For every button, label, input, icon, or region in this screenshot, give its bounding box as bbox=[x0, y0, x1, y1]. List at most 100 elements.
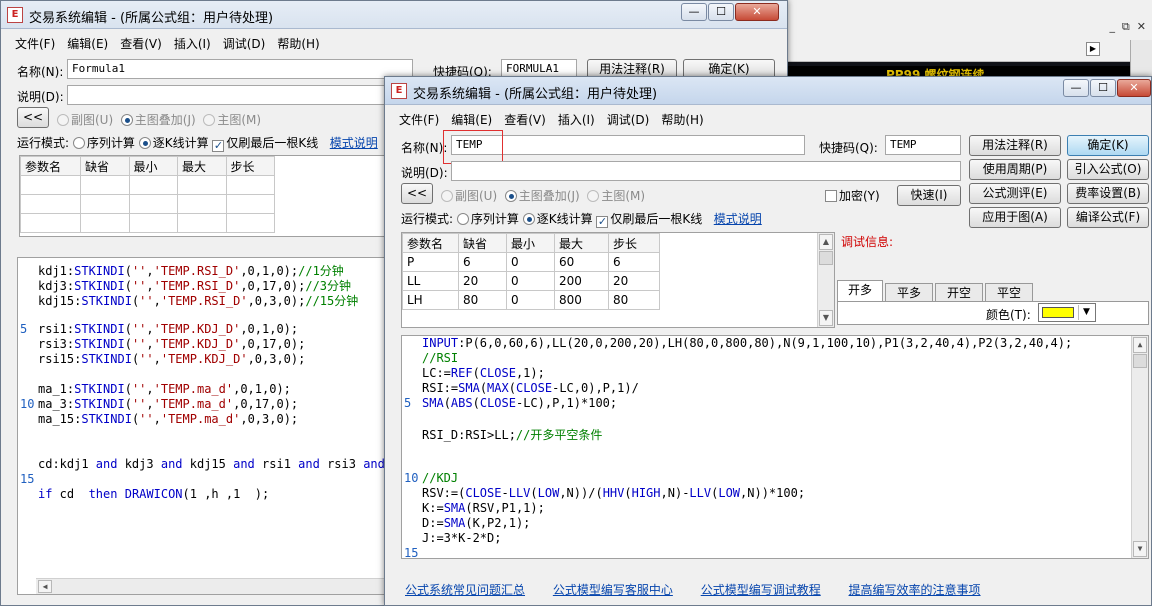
radio-overlay[interactable] bbox=[120, 114, 133, 126]
code-scrollbar[interactable]: ▲ ▼ bbox=[1131, 336, 1148, 558]
table-cell: 0 bbox=[506, 252, 555, 272]
line-number: 10 bbox=[404, 471, 419, 485]
table-row[interactable] bbox=[20, 194, 275, 214]
radio-main-chart[interactable] bbox=[203, 114, 216, 126]
footer-link-tutorial[interactable]: 公式模型编写调试教程 bbox=[701, 583, 821, 597]
table-row[interactable]: LL 20 0 200 20 bbox=[402, 271, 660, 291]
last-bar-checkbox[interactable]: ✓ bbox=[212, 140, 225, 152]
desc-input[interactable] bbox=[451, 161, 961, 181]
scroll-up-arrow[interactable]: ▲ bbox=[819, 234, 833, 250]
scroll-down-arrow[interactable]: ▼ bbox=[819, 310, 833, 326]
scroll-thumb[interactable] bbox=[1133, 354, 1147, 368]
bg-play-icon[interactable]: ▶ bbox=[1086, 42, 1100, 56]
radio-seq[interactable] bbox=[456, 213, 469, 225]
param-table: 参数名 缺省 最小 最大 步长 P 6 0 60 6 LL 20 0 200 20 LH 80 0 800 80 ▲… bbox=[401, 232, 835, 328]
code-editor[interactable]: kdj1:STKINDI('','TEMP.RSI_D',0,1,0);//1分… bbox=[17, 257, 389, 595]
menu-help[interactable]: 帮助(H) bbox=[271, 33, 325, 54]
radio-overlay-label: 主图叠加(J) bbox=[134, 113, 196, 127]
tab-close-short[interactable]: 平空 bbox=[985, 283, 1033, 302]
radio-each[interactable] bbox=[138, 137, 151, 149]
radio-main-chart[interactable] bbox=[587, 190, 600, 202]
window2-titlebar[interactable]: E 交易系统编辑 - (所属公式组：用户待处理) — ☐ ✕ bbox=[385, 77, 1151, 105]
encrypt-label: 加密(Y) bbox=[839, 189, 880, 203]
minimize-button[interactable]: — bbox=[1063, 79, 1089, 97]
close-button[interactable]: ✕ bbox=[1117, 79, 1151, 97]
maximize-button[interactable]: ☐ bbox=[708, 3, 734, 21]
tab-open-short[interactable]: 开空 bbox=[935, 283, 983, 302]
tab-open-long[interactable]: 开多 bbox=[837, 280, 883, 302]
radio-sub-chart[interactable] bbox=[441, 190, 453, 202]
desc-input[interactable] bbox=[67, 85, 387, 105]
bg-window-controls[interactable]: _ ⧉ ✕ bbox=[1109, 20, 1146, 34]
menu-debug[interactable]: 调试(D) bbox=[217, 33, 272, 54]
chevron-down-icon[interactable]: ▼ bbox=[1078, 305, 1094, 320]
code-editor[interactable]: INPUT:P(6,0,60,6),LL(20,0,200,20),LH(80,… bbox=[401, 335, 1149, 559]
mode-help-link[interactable]: 模式说明 bbox=[330, 136, 378, 150]
menu-insert[interactable]: 插入(I) bbox=[552, 109, 601, 130]
code-line: LC:=REF(CLOSE,1); bbox=[422, 366, 545, 380]
maximize-button[interactable]: ☐ bbox=[1090, 79, 1116, 97]
radio-seq[interactable] bbox=[72, 137, 85, 149]
menu-file[interactable]: 文件(F) bbox=[393, 109, 445, 130]
menu-insert[interactable]: 插入(I) bbox=[168, 33, 217, 54]
menu-view[interactable]: 查看(V) bbox=[114, 33, 168, 54]
compile-formula-button[interactable]: 编译公式(F) bbox=[1067, 207, 1149, 228]
table-cell: 0 bbox=[506, 271, 555, 291]
menu-edit[interactable]: 编辑(E) bbox=[61, 33, 114, 54]
ok-button[interactable]: 确定(K) bbox=[1067, 135, 1149, 156]
radio-overlay[interactable] bbox=[504, 190, 517, 202]
window1-titlebar[interactable]: E 交易系统编辑 - (所属公式组：用户待处理) — ☐ ✕ bbox=[1, 1, 787, 29]
fee-settings-button[interactable]: 费率设置(B) bbox=[1067, 183, 1149, 204]
formula-test-button[interactable]: 公式测评(E) bbox=[969, 183, 1061, 204]
scroll-left-arrow[interactable]: ◀ bbox=[38, 580, 52, 593]
encrypt-checkbox[interactable] bbox=[825, 190, 837, 202]
menu-help[interactable]: 帮助(H) bbox=[655, 109, 709, 130]
radio-sub-chart[interactable] bbox=[57, 114, 69, 126]
usage-notes-button[interactable]: 用法注释(R) bbox=[969, 135, 1061, 156]
minimize-button[interactable]: — bbox=[681, 3, 707, 21]
fast-button[interactable]: 快速(I) bbox=[897, 185, 961, 206]
menu-edit[interactable]: 编辑(E) bbox=[445, 109, 498, 130]
radio-each[interactable] bbox=[522, 213, 535, 225]
table-cell: 6 bbox=[458, 252, 507, 272]
desc-label: 说明(D): bbox=[17, 90, 64, 104]
apply-to-chart-button[interactable]: 应用于图(A) bbox=[969, 207, 1061, 228]
col-header: 缺省 bbox=[458, 233, 507, 253]
scroll-up-arrow[interactable]: ▲ bbox=[1133, 337, 1147, 353]
name-input[interactable]: TEMP bbox=[451, 135, 805, 155]
color-label: 颜色(T): bbox=[986, 308, 1031, 322]
collapse-button[interactable]: << bbox=[17, 107, 49, 128]
menu-debug[interactable]: 调试(D) bbox=[601, 109, 656, 130]
table-cell: 800 bbox=[554, 290, 609, 310]
scroll-thumb[interactable] bbox=[819, 251, 833, 265]
menu-file[interactable]: 文件(F) bbox=[9, 33, 61, 54]
radio-each-label: 逐K线计算 bbox=[536, 212, 593, 226]
radio-overlay-label: 主图叠加(J) bbox=[518, 189, 580, 203]
horizontal-scrollbar[interactable]: ◀ bbox=[36, 578, 388, 594]
footer-link-faq[interactable]: 公式系统常见问题汇总 bbox=[405, 583, 525, 597]
scroll-down-arrow[interactable]: ▼ bbox=[1133, 541, 1147, 557]
line-gutter bbox=[18, 258, 36, 594]
table-row[interactable] bbox=[20, 213, 275, 233]
collapse-button[interactable]: << bbox=[401, 183, 433, 204]
footer-link-service[interactable]: 公式模型编写客服中心 bbox=[553, 583, 673, 597]
name-input[interactable]: Formula1 bbox=[67, 59, 413, 79]
color-picker[interactable]: ▼ bbox=[1038, 303, 1096, 322]
menu-view[interactable]: 查看(V) bbox=[498, 109, 552, 130]
window2-title: 交易系统编辑 - (所属公式组：用户待处理) bbox=[413, 87, 658, 102]
tab-close-long[interactable]: 平多 bbox=[885, 283, 933, 302]
radio-main-label: 主图(M) bbox=[217, 113, 262, 127]
last-bar-checkbox[interactable]: ✓ bbox=[596, 216, 609, 228]
code-line: //RSI bbox=[422, 351, 459, 365]
param-table-scrollbar[interactable]: ▲ ▼ bbox=[817, 233, 834, 327]
shortcut-input[interactable]: TEMP bbox=[885, 135, 961, 155]
table-row[interactable]: LH 80 0 800 80 bbox=[402, 290, 660, 310]
table-row[interactable] bbox=[20, 175, 275, 195]
footer-link-tips[interactable]: 提高编写效率的注意事项 bbox=[849, 583, 981, 597]
table-row[interactable]: P 6 0 60 6 bbox=[402, 252, 660, 272]
close-button[interactable]: ✕ bbox=[735, 3, 779, 21]
import-formula-button[interactable]: 引入公式(O) bbox=[1067, 159, 1149, 180]
period-button[interactable]: 使用周期(P) bbox=[969, 159, 1061, 180]
mode-help-link[interactable]: 模式说明 bbox=[714, 212, 762, 226]
col-header: 参数名 bbox=[402, 233, 459, 253]
